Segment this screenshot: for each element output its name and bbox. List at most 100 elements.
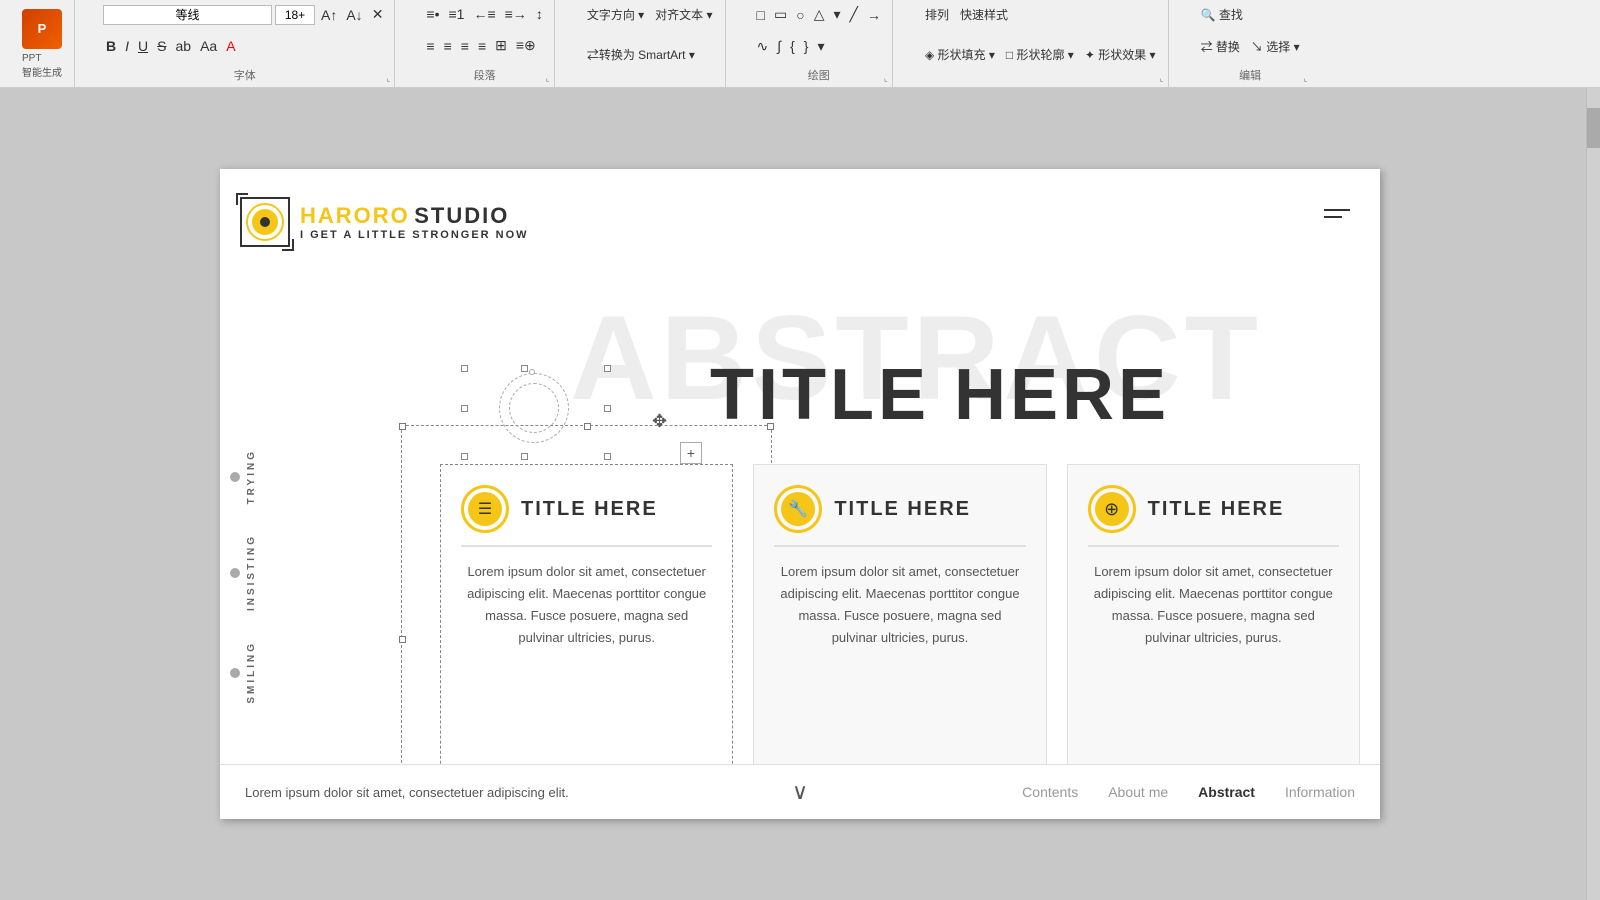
footer-nav-aboutme[interactable]: About me [1108, 784, 1168, 800]
slide: HARORO STUDIO I GET A LITTLE STRONGER NO… [220, 169, 1380, 819]
rect-shape-button[interactable]: □ [754, 5, 768, 25]
paragraph-section: ≡• ≡1 ←≡ ≡→ ↕ ≡ ≡ ≡ ≡ ⊞ ≡⊕ 段落 ⌞ [415, 0, 554, 87]
shape-fill-button[interactable]: ◈ 形状填充 ▾ [921, 44, 999, 65]
handle-tl[interactable] [399, 423, 406, 430]
font-size-input[interactable] [275, 5, 315, 25]
font-size-decrease[interactable]: A↓ [343, 5, 365, 25]
float-handle-bl[interactable] [461, 453, 468, 460]
bullet-list-button[interactable]: ≡• [423, 4, 442, 24]
font-size-increase[interactable]: A↑ [318, 5, 340, 25]
ppt-icon: P [22, 9, 62, 49]
text-direction-section: 文字方向 ▾ 对齐文本 ▾ ⇄转换为 SmartArt ▾ [575, 0, 726, 87]
oval-shape-button[interactable]: ○ [793, 5, 807, 25]
increase-indent-button[interactable]: ≡→ [502, 4, 530, 24]
footer-nav: Contents About me Abstract Information [1022, 784, 1355, 800]
numbered-list-button[interactable]: ≡1 [446, 4, 468, 24]
arrange-expand-icon[interactable]: ⌞ [1159, 73, 1163, 84]
card-2-title: TITLE HERE [834, 498, 971, 521]
handle-ml[interactable] [399, 636, 406, 643]
italic-button[interactable]: I [122, 36, 132, 56]
scrollbar-right[interactable] [1586, 88, 1600, 900]
more-paragraph-button[interactable]: ≡⊕ [513, 35, 539, 56]
align-right-button[interactable]: ≡ [458, 36, 472, 56]
ppt-logo[interactable]: P PPT智能生成 [10, 0, 75, 87]
footer-down-arrow[interactable]: ∨ [792, 779, 808, 805]
align-center-button[interactable]: ≡ [441, 36, 455, 56]
search-button[interactable]: 🔍 查找 [1197, 4, 1247, 25]
convert-smartart-button[interactable]: ⇄转换为 SmartArt ▾ [583, 44, 699, 65]
card-3-divider [1088, 545, 1339, 547]
paragraph-section-label: 段落 [423, 67, 545, 83]
shapes-row2-more[interactable]: ▾ [814, 36, 827, 57]
cards-area: ☰ TITLE HERE Lorem ipsum dolor sit amet,… [440, 464, 1360, 804]
decrease-indent-button[interactable]: ←≡ [470, 4, 498, 24]
line-shape-button[interactable]: ╱ [847, 4, 861, 25]
justify-button[interactable]: ≡ [475, 36, 489, 56]
edit-section: 🔍 查找 ⇄ 替换 ↘ 选择 ▾ 编辑 ⌞ [1189, 0, 1312, 87]
underline-button[interactable]: U [135, 36, 151, 56]
clear-format[interactable]: ✕ [369, 4, 387, 25]
align-text-button[interactable]: 对齐文本 ▾ [651, 4, 716, 25]
side-text-trying: TRYING [246, 449, 257, 504]
triangle-shape-button[interactable]: △ [811, 4, 828, 25]
card-1-icon-inner: ☰ [468, 492, 502, 526]
footer-nav-abstract[interactable]: Abstract [1198, 784, 1255, 800]
rounded-rect-button[interactable]: ▭ [771, 4, 790, 25]
float-handle-bm[interactable] [521, 453, 528, 460]
card-1[interactable]: ☰ TITLE HERE Lorem ipsum dolor sit amet,… [440, 464, 733, 804]
line-spacing-button[interactable]: ↕ [533, 4, 546, 24]
card-2-header: 🔧 TITLE HERE [774, 485, 1025, 533]
drawing-section-label: 绘图 [754, 67, 884, 83]
hamburger-line-1 [1324, 209, 1350, 211]
shape-effect-button[interactable]: ✦ 形状效果 ▾ [1081, 44, 1160, 65]
logo-circle-inner [252, 209, 278, 235]
add-element-button[interactable]: + [680, 442, 702, 464]
card-3-body: Lorem ipsum dolor sit amet, consectetuer… [1088, 561, 1339, 649]
card-3-header: ⊕ TITLE HERE [1088, 485, 1339, 533]
footer-nav-information[interactable]: Information [1285, 784, 1355, 800]
font-name-input[interactable] [103, 5, 272, 25]
float-handle-tl[interactable] [461, 365, 468, 372]
quick-style-button[interactable]: 快速样式 [956, 4, 1012, 25]
drawing-expand-icon[interactable]: ⌞ [884, 73, 888, 84]
font-expand-icon[interactable]: ⌞ [386, 73, 390, 84]
columns-button[interactable]: ⊞ [492, 35, 510, 56]
paragraph-expand-icon[interactable]: ⌞ [546, 73, 550, 84]
curve-button[interactable]: ∿ [754, 36, 772, 57]
arrange-button[interactable]: 排列 [921, 4, 953, 25]
scrollbar-thumb[interactable] [1587, 108, 1600, 148]
bracket-button[interactable]: { [787, 36, 798, 56]
handle-tm[interactable] [584, 423, 591, 430]
shape-outline-button[interactable]: □ 形状轮廓 ▾ [1002, 44, 1078, 65]
font-aa-button[interactable]: Aa [197, 36, 220, 56]
float-handle-mr[interactable] [604, 405, 611, 412]
arrow-shape-button[interactable]: → [864, 5, 884, 25]
strikethrough-button[interactable]: S [154, 36, 169, 56]
replace-button[interactable]: ⇄ 替换 [1197, 36, 1244, 57]
align-left-button[interactable]: ≡ [423, 36, 437, 56]
select-button[interactable]: ↘ 选择 ▾ [1247, 36, 1304, 57]
footer-nav-contents[interactable]: Contents [1022, 784, 1078, 800]
brace-button[interactable]: } [801, 36, 812, 56]
text-direction-button[interactable]: 文字方向 ▾ [583, 4, 648, 25]
bold-button[interactable]: B [103, 36, 119, 56]
main-title: TITLE HERE [710, 359, 1170, 431]
shapes-more[interactable]: ▾ [830, 4, 843, 25]
logo-subtitle: I GET A LITTLE STRONGER NOW [300, 229, 529, 241]
side-label-insisting: INSISTING [230, 534, 257, 611]
arrange-section: 排列 快速样式 ◈ 形状填充 ▾ □ 形状轮廓 ▾ ✦ 形状效果 ▾ ⌞ [913, 0, 1169, 87]
freeform-button[interactable]: ∫ [774, 36, 784, 56]
float-handle-br[interactable] [604, 453, 611, 460]
side-label-trying: TRYING [230, 449, 257, 504]
logo-bracket-inner [240, 197, 290, 247]
hamburger-menu[interactable] [1324, 209, 1350, 218]
card-3[interactable]: ⊕ TITLE HERE Lorem ipsum dolor sit amet,… [1067, 464, 1360, 804]
logo-brand-studio: STUDIO [414, 203, 509, 228]
edit-expand-icon[interactable]: ⌞ [1303, 73, 1307, 84]
float-handle-tm[interactable] [521, 365, 528, 372]
float-handle-tr[interactable] [604, 365, 611, 372]
float-handle-ml[interactable] [461, 405, 468, 412]
card-2[interactable]: 🔧 TITLE HERE Lorem ipsum dolor sit amet,… [753, 464, 1046, 804]
text-shadow-button[interactable]: ab [172, 36, 194, 56]
font-color-button[interactable]: A [223, 36, 238, 56]
